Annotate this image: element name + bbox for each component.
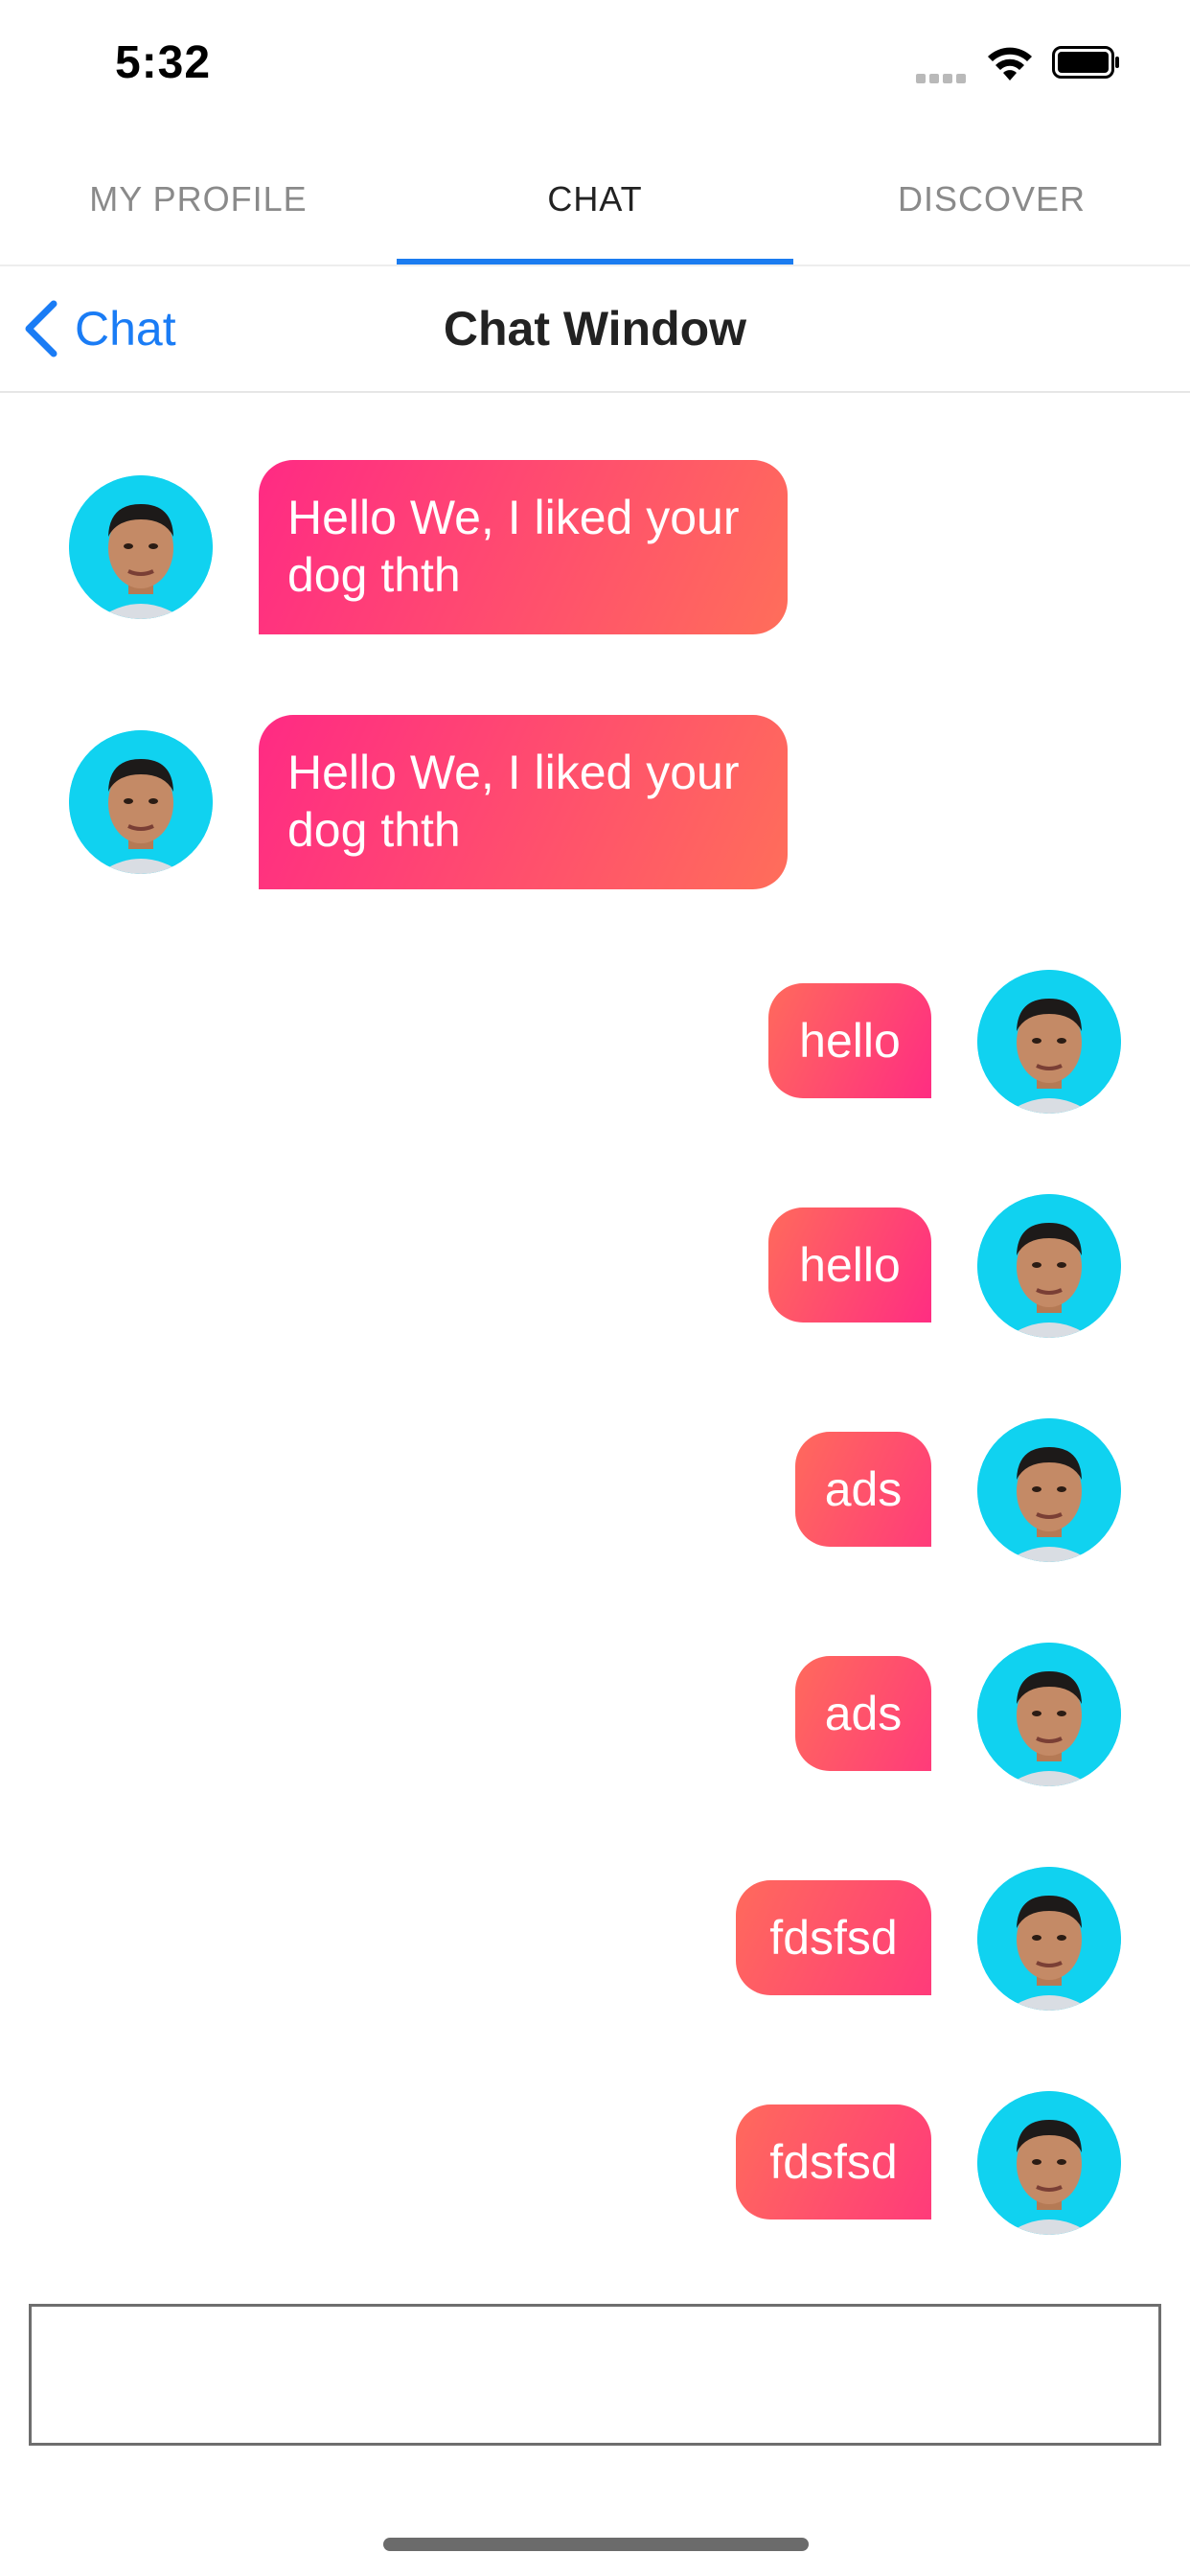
avatar[interactable] xyxy=(977,1643,1121,1786)
tab-my-profile[interactable]: MY PROFILE xyxy=(0,134,397,264)
page-title: Chat Window xyxy=(443,302,747,356)
active-tab-indicator xyxy=(397,259,793,264)
person-avatar-icon xyxy=(69,475,213,619)
outgoing-message-bubble[interactable]: ads xyxy=(795,1656,931,1771)
person-avatar-icon xyxy=(977,970,1121,1114)
avatar[interactable] xyxy=(977,970,1121,1114)
person-avatar-icon xyxy=(977,1643,1121,1786)
navigation-bar: Chat Window Chat xyxy=(0,266,1190,393)
person-avatar-icon xyxy=(977,1418,1121,1562)
back-label: Chat xyxy=(75,302,176,356)
back-button[interactable]: Chat xyxy=(19,293,176,364)
outgoing-message-bubble[interactable]: fdsfsd xyxy=(736,2104,931,2220)
status-bar: 5:32 xyxy=(0,0,1190,134)
battery-icon xyxy=(1052,46,1121,79)
avatar[interactable] xyxy=(977,1418,1121,1562)
message-input[interactable] xyxy=(29,2304,1161,2446)
person-avatar-icon xyxy=(977,2091,1121,2235)
avatar[interactable] xyxy=(69,730,213,874)
message-text-line: Hello We, I liked your xyxy=(287,746,740,799)
avatar[interactable] xyxy=(977,1194,1121,1338)
person-avatar-icon xyxy=(977,1194,1121,1338)
signal-icon xyxy=(916,71,970,83)
avatar[interactable] xyxy=(69,475,213,619)
message-text-line: Hello We, I liked your xyxy=(287,491,740,544)
outgoing-message-bubble[interactable]: hello xyxy=(768,983,931,1098)
person-avatar-icon xyxy=(977,1867,1121,2011)
outgoing-message-bubble[interactable]: hello xyxy=(768,1208,931,1322)
tab-chat[interactable]: CHAT xyxy=(397,134,793,264)
chat-screen: 5:32 MY PROFILE CHAT DISCOVER Chat Windo… xyxy=(0,0,1190,2576)
wifi-icon xyxy=(985,42,1035,84)
message-text-line: dog thth xyxy=(287,548,461,602)
message-text-line: dog thth xyxy=(287,803,461,857)
outgoing-message-bubble[interactable]: fdsfsd xyxy=(736,1880,931,1995)
top-tab-bar: MY PROFILE CHAT DISCOVER xyxy=(0,134,1190,266)
home-indicator[interactable] xyxy=(383,2538,809,2551)
tab-discover[interactable]: DISCOVER xyxy=(793,134,1190,264)
person-avatar-icon xyxy=(69,730,213,874)
avatar[interactable] xyxy=(977,2091,1121,2235)
avatar[interactable] xyxy=(977,1867,1121,2011)
chevron-left-icon xyxy=(25,300,57,357)
status-time: 5:32 xyxy=(115,37,212,88)
incoming-message-bubble[interactable]: Hello We, I liked your dog thth xyxy=(259,460,788,634)
outgoing-message-bubble[interactable]: ads xyxy=(795,1432,931,1547)
incoming-message-bubble[interactable]: Hello We, I liked your dog thth xyxy=(259,715,788,889)
